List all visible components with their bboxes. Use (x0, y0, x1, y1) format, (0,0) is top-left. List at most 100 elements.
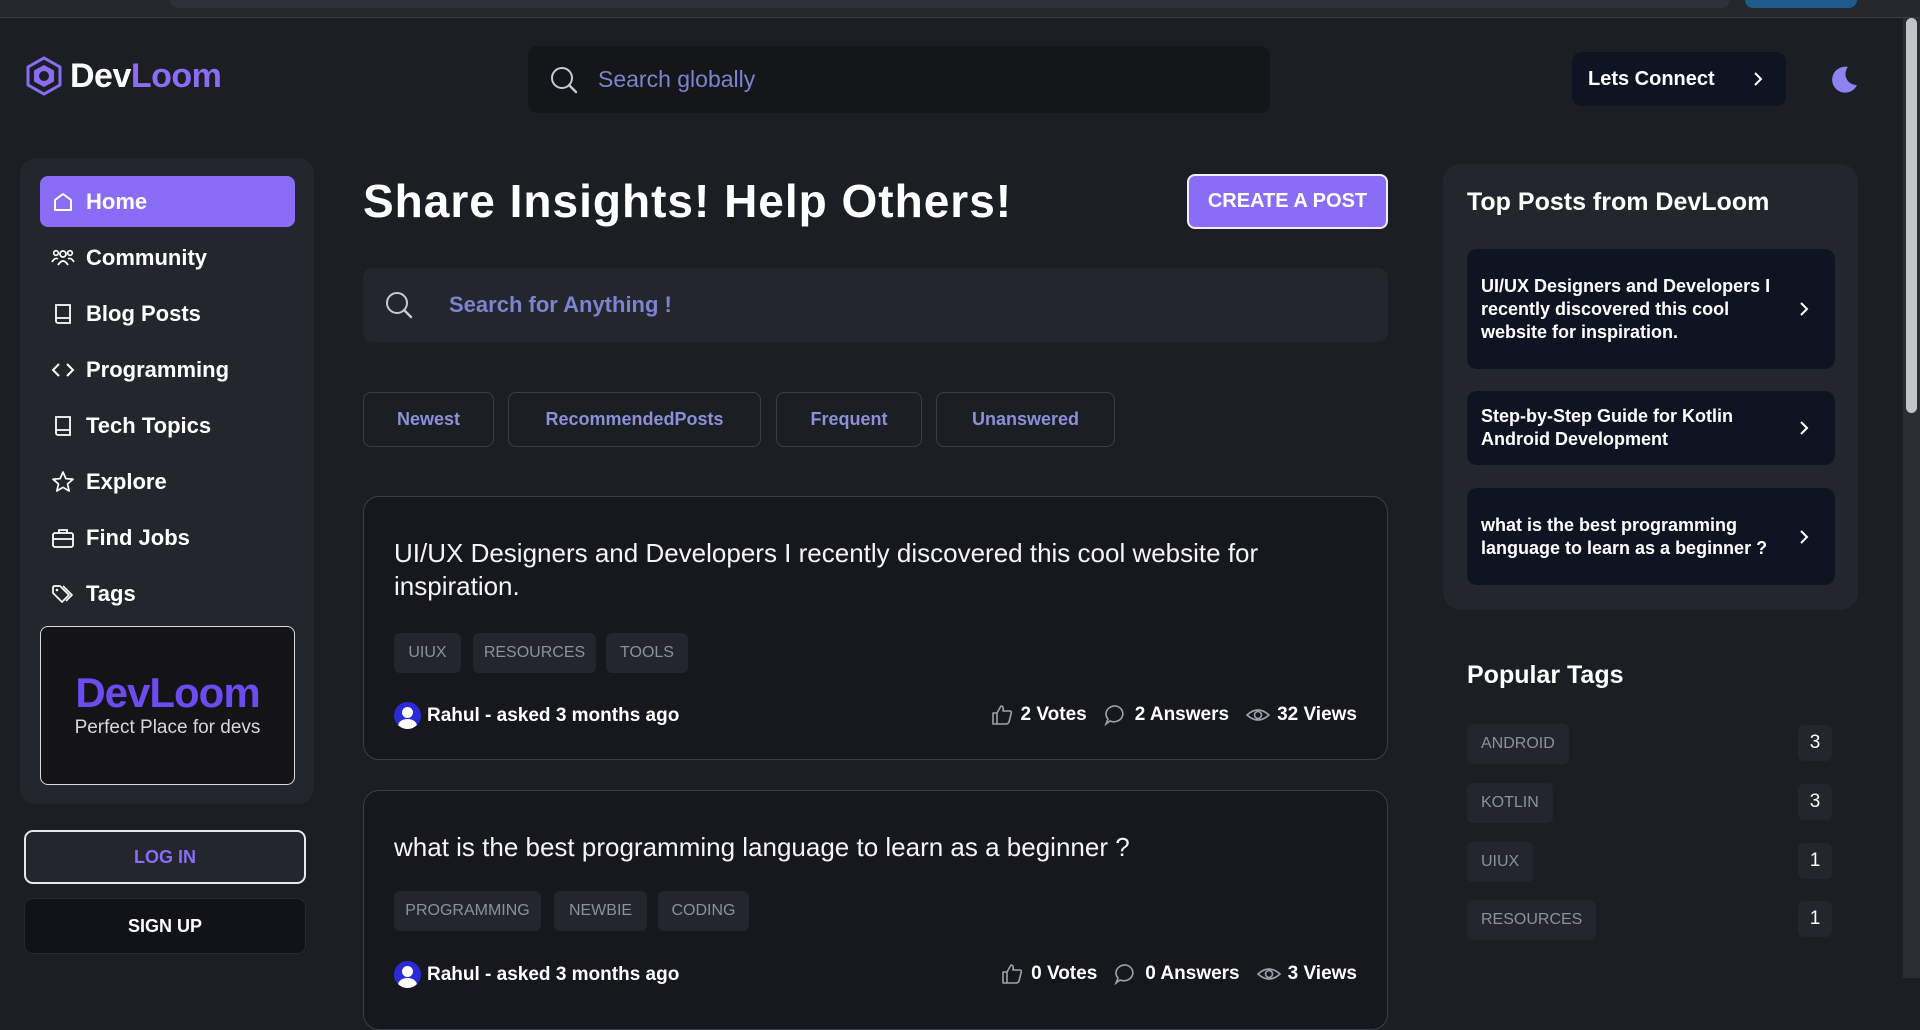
briefcase-icon (52, 528, 74, 548)
post-card[interactable]: UI/UX Designers and Developers I recentl… (363, 496, 1388, 760)
top-post-label: Step-by-Step Guide for Kotlin Android De… (1481, 406, 1733, 449)
create-post-button[interactable]: CREATE A POST (1187, 174, 1388, 229)
comment-icon (1114, 964, 1134, 986)
local-search-input[interactable] (449, 292, 1249, 318)
page-scrollbar[interactable] (1903, 18, 1920, 978)
votes-stat: 2 Votes (989, 702, 1087, 728)
community-icon (51, 249, 75, 266)
eye-icon (1245, 709, 1271, 721)
post-tag[interactable]: NEWBIE (554, 891, 647, 931)
thumbs-up-icon (991, 705, 1012, 725)
browser-button[interactable] (1745, 0, 1857, 8)
popular-tag[interactable]: KOTLIN (1467, 783, 1553, 823)
page-title: Share Insights! Help Others! (363, 175, 1013, 227)
top-post-item[interactable]: Step-by-Step Guide for Kotlin Android De… (1467, 391, 1835, 465)
promo-banner[interactable]: DevLoom Perfect Place for devs (40, 626, 295, 785)
sidebar-item-community[interactable]: Community (40, 232, 295, 283)
post-tag[interactable]: CODING (658, 891, 749, 931)
popular-tag[interactable]: UIUX (1467, 842, 1534, 882)
top-post-item[interactable]: what is the best programming language to… (1467, 488, 1835, 585)
code-icon (51, 362, 75, 377)
sidebar-item-find-jobs[interactable]: Find Jobs (40, 512, 295, 563)
top-post-item[interactable]: UI/UX Designers and Developers I recentl… (1467, 249, 1835, 369)
post-author-text: Rahul - asked 3 months ago (427, 704, 680, 726)
book-icon (55, 303, 71, 324)
sidebar-item-home[interactable]: Home (40, 176, 295, 227)
popular-tag-count: 1 (1798, 843, 1832, 879)
answers-stat: 2 Answers (1103, 702, 1229, 728)
moon-icon[interactable] (1828, 64, 1860, 96)
sidebar-item-label: Tech Topics (86, 412, 212, 438)
sidebar-item-tags[interactable]: Tags (40, 568, 295, 619)
avatar (394, 961, 421, 988)
post-tag[interactable]: UIUX (394, 633, 461, 673)
post-tag[interactable]: RESOURCES (473, 633, 596, 673)
login-button[interactable]: LOG IN (24, 830, 306, 884)
top-post-label: what is the best programming language to… (1481, 514, 1768, 558)
post-card[interactable]: what is the best programming language to… (363, 790, 1388, 1030)
scrollbar-thumb[interactable] (1906, 18, 1917, 413)
promo-subtitle: Perfect Place for devs (74, 717, 261, 738)
browser-top-strip (0, 0, 1920, 18)
post-author[interactable]: Rahul - asked 3 months ago (394, 702, 679, 729)
signup-button[interactable]: SIGN UP (24, 898, 306, 954)
filter-newest[interactable]: Newest (363, 392, 494, 447)
top-posts-panel: Top Posts from DevLoom UI/UX Designers a… (1443, 164, 1858, 610)
post-title[interactable]: what is the best programming language to… (394, 831, 1354, 864)
book-icon (55, 415, 71, 436)
sidebar-item-tech-topics[interactable]: Tech Topics (40, 400, 295, 451)
top-post-label: UI/UX Designers and Developers I recentl… (1481, 275, 1771, 342)
sidebar-item-label: Blog Posts (86, 300, 201, 326)
chevron-right-icon (1754, 72, 1763, 86)
post-stats: 2 Votes 2 Answers 32 Views (989, 702, 1357, 728)
sidebar-item-label: Home (86, 188, 148, 214)
global-search[interactable] (528, 46, 1270, 113)
logo[interactable]: DevLoom (24, 56, 222, 96)
sidebar-item-label: Find Jobs (86, 524, 190, 550)
thumbs-up-icon (1002, 964, 1023, 984)
post-author-text: Rahul - asked 3 months ago (427, 963, 680, 985)
votes-stat: 0 Votes (999, 961, 1097, 987)
chevron-right-icon (1800, 302, 1809, 316)
promo-title: DevLoom (75, 669, 260, 716)
sidebar-item-programming[interactable]: Programming (40, 344, 295, 395)
post-author[interactable]: Rahul - asked 3 months ago (394, 961, 679, 988)
lets-connect-label: Lets Connect (1588, 67, 1715, 90)
popular-tags-title: Popular Tags (1467, 661, 1624, 689)
views-stat: 3 Views (1256, 961, 1357, 987)
global-search-input[interactable] (598, 66, 1198, 93)
answers-stat: 0 Answers (1113, 961, 1240, 987)
comment-icon (1103, 705, 1124, 727)
left-sidebar: Home Community Blog Posts Programming Te… (20, 158, 314, 804)
star-icon (52, 470, 74, 492)
popular-tag[interactable]: ANDROID (1467, 724, 1569, 764)
filter-frequent[interactable]: Frequent (776, 392, 922, 447)
lets-connect-button[interactable]: Lets Connect (1572, 52, 1786, 106)
sidebar-item-blog-posts[interactable]: Blog Posts (40, 288, 295, 339)
browser-address-bar[interactable] (170, 0, 1730, 8)
logo-text: DevLoom (70, 56, 222, 95)
post-tag[interactable]: TOOLS (606, 633, 688, 673)
top-posts-title: Top Posts from DevLoom (1467, 188, 1770, 216)
logo-icon (26, 56, 62, 96)
avatar (394, 702, 421, 729)
filter-unanswered[interactable]: Unanswered (936, 392, 1115, 447)
filter-recommended[interactable]: RecommendedPosts (508, 392, 761, 447)
local-search[interactable] (363, 268, 1388, 342)
popular-tag[interactable]: RESOURCES (1467, 900, 1597, 940)
sidebar-item-explore[interactable]: Explore (40, 456, 295, 507)
views-stat: 32 Views (1245, 702, 1357, 728)
search-icon (551, 66, 578, 93)
post-stats: 0 Votes 0 Answers 3 Views (999, 961, 1357, 987)
popular-tag-count: 3 (1798, 784, 1832, 820)
popular-tag-count: 1 (1798, 901, 1832, 937)
sidebar-item-label: Tags (86, 580, 136, 606)
tags-icon (52, 584, 74, 603)
chevron-right-icon (1800, 529, 1809, 544)
post-tag[interactable]: PROGRAMMING (394, 891, 541, 931)
chevron-right-icon (1800, 421, 1809, 435)
popular-tag-count: 3 (1798, 725, 1832, 761)
home-icon (54, 192, 72, 211)
sidebar-item-label: Programming (86, 356, 230, 382)
post-title[interactable]: UI/UX Designers and Developers I recentl… (394, 537, 1354, 603)
